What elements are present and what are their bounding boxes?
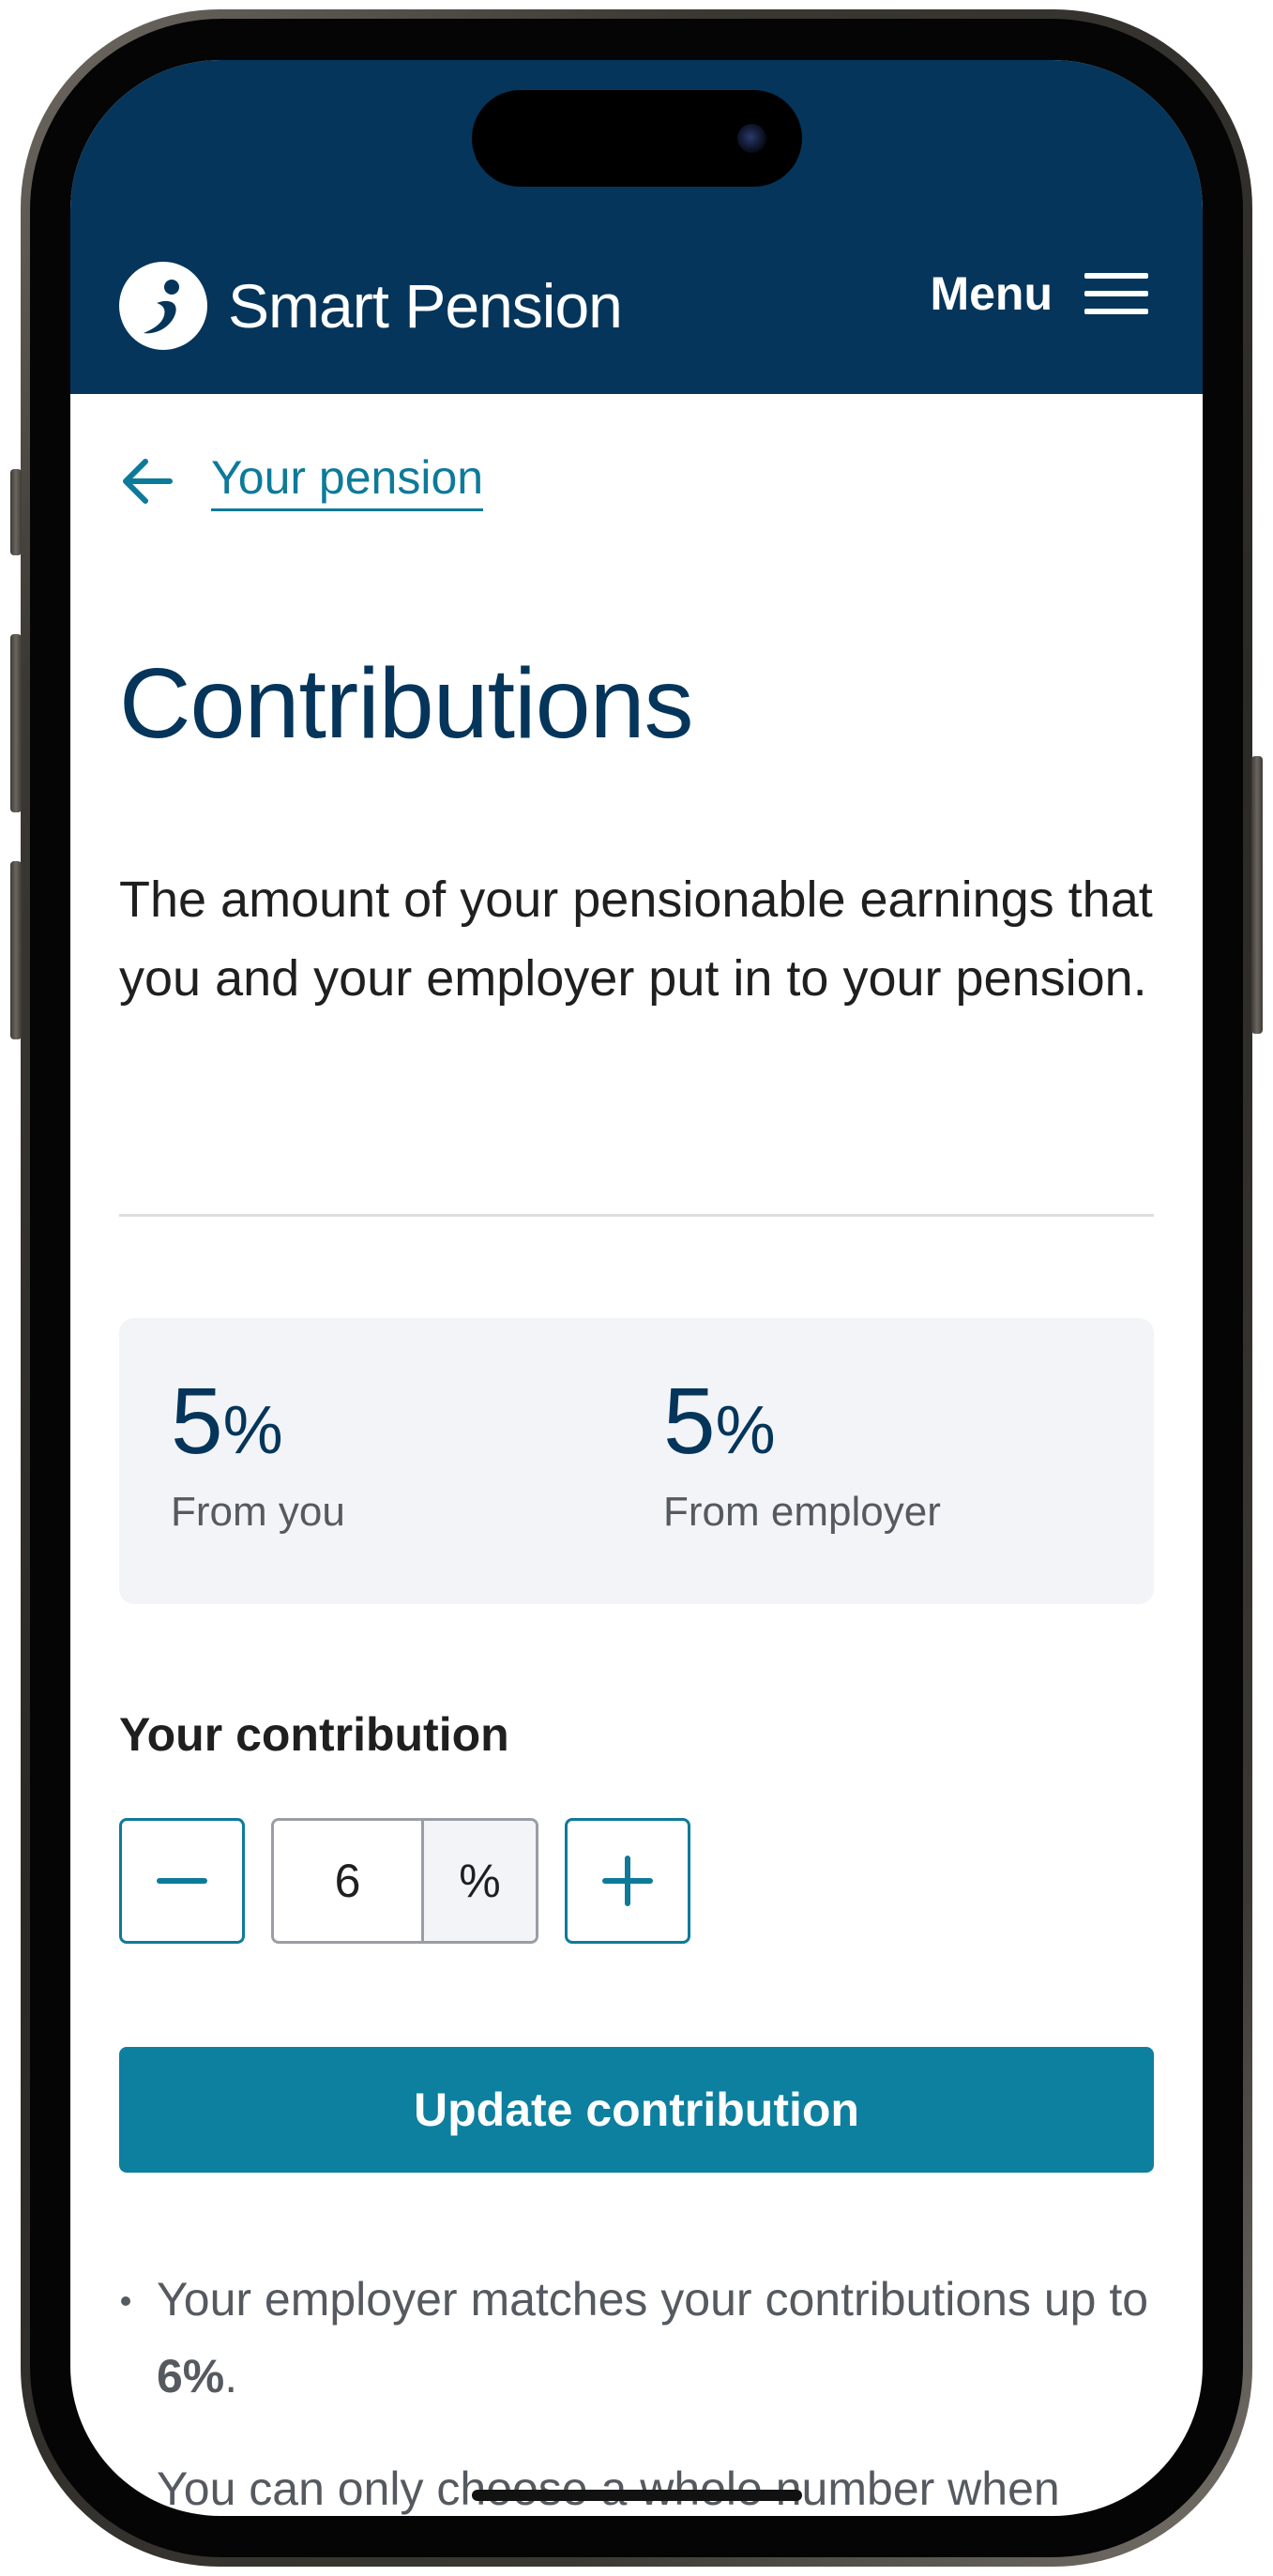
match-text: Your employer matches your contributions… bbox=[157, 2273, 1149, 2326]
stat-value: 5% bbox=[663, 1374, 941, 1468]
contribution-summary-card: 5% From you 5% From employer bbox=[119, 1318, 1154, 1604]
contribution-field: % bbox=[271, 1818, 538, 1944]
stat-number: 5 bbox=[663, 1369, 716, 1474]
menu-button[interactable]: Menu bbox=[930, 266, 1148, 321]
list-item: You can only choose a whole number when … bbox=[119, 2450, 1154, 2516]
stat-value: 5% bbox=[171, 1374, 345, 1468]
percent-suffix: % bbox=[421, 1821, 536, 1941]
decrease-button[interactable] bbox=[119, 1818, 245, 1944]
stat-number: 5 bbox=[171, 1369, 223, 1474]
increase-button[interactable] bbox=[565, 1818, 690, 1944]
back-link-label: Your pension bbox=[211, 450, 484, 511]
page-title: Contributions bbox=[119, 648, 694, 759]
stat-unit: % bbox=[222, 1393, 283, 1468]
stat-from-you: 5% From you bbox=[171, 1374, 345, 1536]
menu-label: Menu bbox=[930, 267, 1053, 320]
dynamic-island bbox=[472, 90, 802, 187]
update-contribution-button[interactable]: Update contribution bbox=[119, 2047, 1154, 2173]
screen: Smart Pension Menu Your pension Contribu… bbox=[70, 60, 1203, 2516]
stat-label: From you bbox=[171, 1489, 345, 1535]
site-header: Smart Pension Menu bbox=[70, 60, 1203, 394]
home-indicator bbox=[472, 2490, 802, 2501]
contribution-notes: Your employer matches your contributions… bbox=[119, 2261, 1154, 2516]
minus-icon bbox=[157, 1878, 207, 1884]
match-value: 6% bbox=[157, 2350, 225, 2402]
action-button bbox=[10, 469, 22, 555]
stat-from-employer: 5% From employer bbox=[663, 1374, 941, 1536]
volume-down-button bbox=[10, 861, 22, 1039]
contribution-stepper: % bbox=[119, 1818, 690, 1944]
back-link[interactable]: Your pension bbox=[119, 450, 484, 511]
stat-label: From employer bbox=[663, 1489, 941, 1535]
camera-icon bbox=[737, 124, 766, 153]
brand-name: Smart Pension bbox=[228, 271, 623, 341]
hamburger-icon bbox=[1084, 273, 1148, 314]
arrow-left-icon bbox=[123, 458, 173, 504]
stat-unit: % bbox=[715, 1393, 776, 1468]
your-contribution-label: Your contribution bbox=[119, 1708, 509, 1761]
brand-logo[interactable]: Smart Pension bbox=[119, 262, 623, 350]
match-suffix: . bbox=[224, 2350, 238, 2402]
plus-icon bbox=[602, 1856, 653, 1906]
power-button bbox=[1251, 756, 1263, 1034]
contribution-input[interactable] bbox=[274, 1821, 421, 1941]
list-item: Your employer matches your contributions… bbox=[119, 2261, 1154, 2415]
page-intro: The amount of your pensionable earnings … bbox=[119, 871, 1153, 1007]
volume-up-button bbox=[10, 634, 22, 812]
phone-device: Smart Pension Menu Your pension Contribu… bbox=[0, 0, 1273, 2576]
divider bbox=[119, 1214, 1154, 1217]
smart-pension-logo-icon bbox=[119, 262, 207, 350]
